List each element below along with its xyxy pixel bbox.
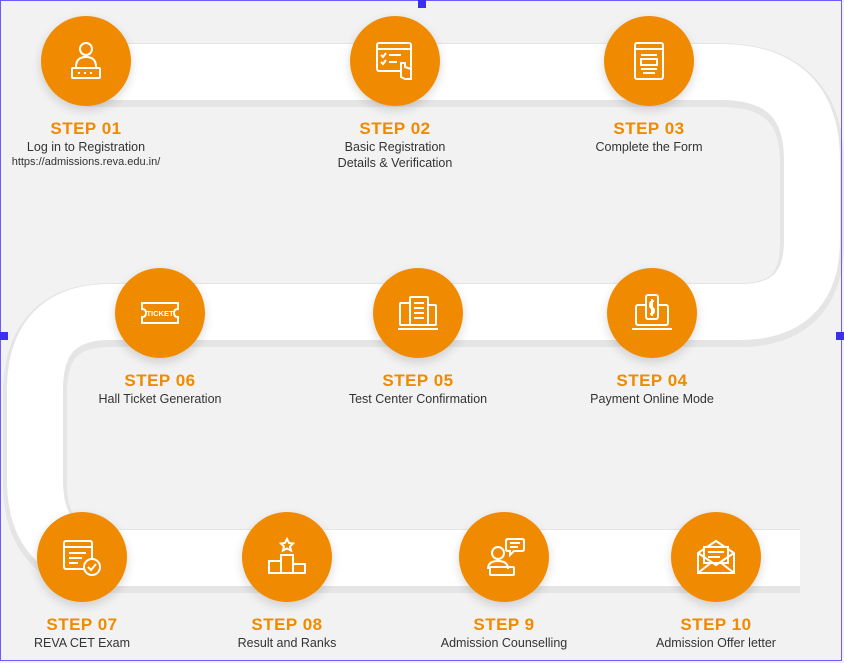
step-7-circle [37, 512, 127, 602]
step-10-desc: Admission Offer letter [656, 636, 776, 650]
step-3: STEP 03 Complete the Form [519, 16, 779, 155]
step-2-desc-line2: Details & Verification [337, 156, 453, 170]
step-1-desc: Log in to Registration [26, 140, 146, 154]
online-payment-icon [632, 294, 672, 330]
step-2: STEP 02 Basic Registration Details & Ver… [265, 16, 525, 171]
step-6: TICKET STEP 06 Hall Ticket Generation [30, 268, 290, 407]
step-5-circle [373, 268, 463, 358]
step-5: STEP 05 Test Center Confirmation [288, 268, 548, 407]
step-9-circle [459, 512, 549, 602]
ticket-icon-text: TICKET [146, 309, 174, 318]
registration-form-icon [376, 42, 412, 80]
step-6-title: STEP 06 [124, 371, 196, 390]
step-3-circle [604, 16, 694, 106]
form-document-icon [634, 42, 664, 80]
user-login-icon [71, 42, 101, 79]
step-4-circle [607, 268, 697, 358]
step-1-url[interactable]: https://admissions.reva.edu.in/ [0, 155, 216, 169]
resize-handle-left[interactable] [0, 332, 8, 340]
step-10-circle [671, 512, 761, 602]
podium-icon [268, 536, 306, 574]
step-6-desc: Hall Ticket Generation [98, 392, 222, 406]
offer-letter-icon [697, 539, 735, 574]
step-3-desc: Complete the Form [595, 140, 703, 154]
step-1-circle [41, 16, 131, 106]
counselling-icon [487, 538, 525, 576]
step-5-title: STEP 05 [382, 371, 454, 390]
step-4-title: STEP 04 [616, 371, 688, 390]
step-4: STEP 04 Payment Online Mode [522, 268, 782, 407]
step-10-title: STEP 10 [680, 615, 752, 634]
resize-handle-top[interactable] [418, 0, 426, 8]
test-center-icon [398, 296, 438, 330]
step-3-title: STEP 03 [613, 119, 685, 138]
step-8-circle [242, 512, 332, 602]
step-4-desc: Payment Online Mode [590, 392, 714, 406]
step-1: STEP 01 Log in to Registration https://a… [0, 16, 216, 169]
step-1-title: STEP 01 [50, 119, 122, 138]
exam-check-icon [63, 540, 101, 576]
step-6-circle: TICKET [115, 268, 205, 358]
step-2-title: STEP 02 [359, 119, 431, 138]
step-5-desc: Test Center Confirmation [348, 392, 488, 406]
resize-handle-right[interactable] [836, 332, 844, 340]
step-2-circle [350, 16, 440, 106]
step-2-desc: Basic Registration [344, 140, 446, 154]
step-10: STEP 10 Admission Offer letter [586, 512, 844, 651]
ticket-icon: TICKET [141, 302, 179, 324]
